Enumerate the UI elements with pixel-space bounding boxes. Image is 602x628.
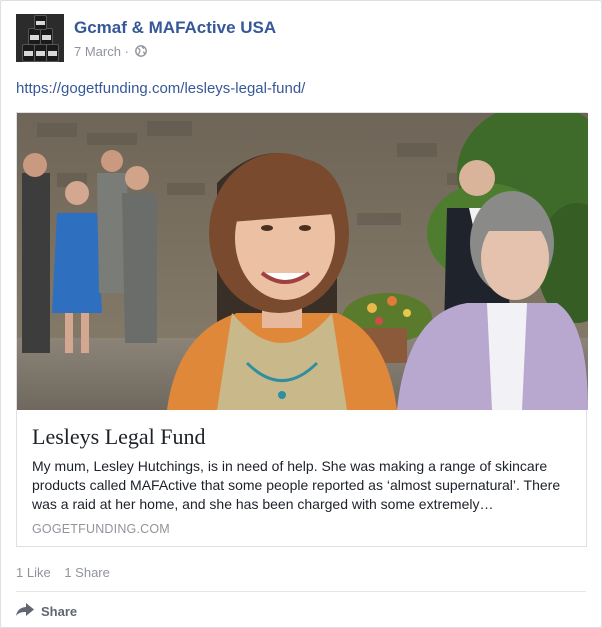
attachment-domain: GOGETFUNDING.COM [32,522,170,536]
share-label: Share [41,603,78,619]
share-button[interactable]: Share [16,601,77,621]
share-count[interactable]: 1 Share [64,565,110,580]
attachment-description: My mum, Lesley Hutchings, is in need of … [32,458,561,512]
engagement-counts: 1 Like 1 Share [16,565,120,580]
page-name-link[interactable]: Gcmaf & MAFActive USA [74,18,276,38]
attachment-photo [17,113,588,410]
post-link[interactable]: https://gogetfunding.com/lesleys-legal-f… [16,80,305,97]
post-header: Gcmaf & MAFActive USA 7 March · [16,14,586,64]
post-date[interactable]: 7 March [74,44,121,59]
attachment-title[interactable]: Lesleys Legal Fund [32,424,206,450]
globe-icon[interactable] [134,45,147,60]
like-count[interactable]: 1 Like [16,565,51,580]
meta-separator: · [124,44,129,59]
post-card: Gcmaf & MAFActive USA 7 March · https://… [0,0,602,628]
share-icon [16,602,41,620]
link-attachment[interactable]: Lesleys Legal Fund My mum, Lesley Hutchi… [16,112,588,547]
action-divider [16,591,586,592]
page-avatar[interactable] [16,14,64,62]
post-meta: 7 March · [74,44,147,60]
